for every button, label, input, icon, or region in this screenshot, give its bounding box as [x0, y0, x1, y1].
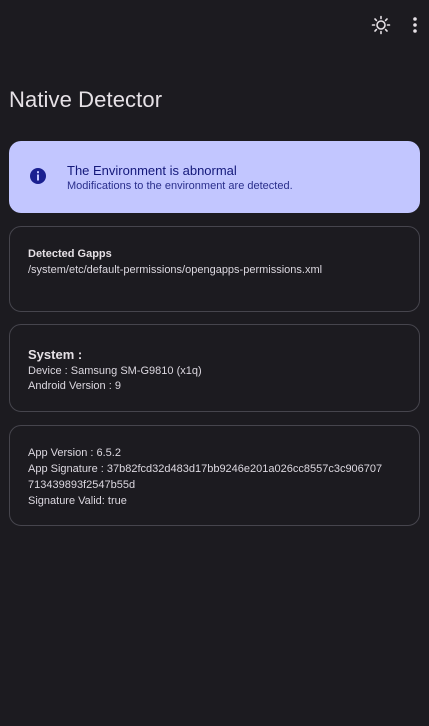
- signature-valid: Signature Valid: true: [28, 495, 127, 507]
- detected-gapps-card: Detected Gapps /system/etc/default-permi…: [9, 226, 420, 312]
- top-app-bar: [0, 0, 429, 50]
- app-version: App Version : 6.5.2: [28, 447, 121, 459]
- app-signature: App Signature : 37b82fcd32d483d17bb9246e…: [28, 463, 383, 475]
- gapps-heading: Detected Gapps: [28, 248, 112, 260]
- environment-alert-card: The Environment is abnormal Modification…: [9, 141, 420, 213]
- app-info-card: App Version : 6.5.2 App Signature : 37b8…: [9, 425, 420, 526]
- alert-title: The Environment is abnormal: [67, 163, 237, 178]
- page-title: Native Detector: [9, 87, 163, 112]
- brightness-icon[interactable]: [368, 12, 394, 38]
- android-version: Android Version : 9: [28, 380, 121, 392]
- more-vert-icon[interactable]: [402, 12, 428, 38]
- app-signature-cont: 713439893f2547b55d: [28, 479, 136, 491]
- info-icon: [29, 167, 47, 185]
- device-info: Device : Samsung SM-G9810 (x1q): [28, 365, 202, 377]
- system-info-card: System : Device : Samsung SM-G9810 (x1q)…: [9, 324, 420, 412]
- gapps-path: /system/etc/default-permissions/opengapp…: [28, 264, 323, 276]
- system-heading: System :: [28, 347, 83, 362]
- alert-subtitle: Modifications to the environment are det…: [67, 180, 293, 192]
